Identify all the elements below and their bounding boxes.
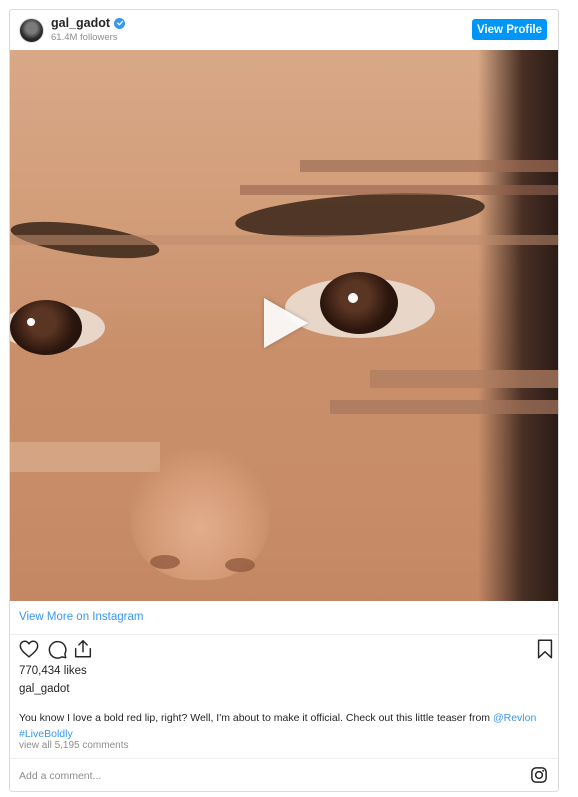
view-more-link[interactable]: View More on Instagram — [19, 611, 143, 623]
follower-count: 61.4M followers — [51, 32, 118, 43]
glitch-streak — [300, 160, 558, 172]
avatar[interactable] — [19, 18, 44, 43]
glitch-streak — [240, 185, 558, 195]
hair-shadow — [478, 50, 558, 601]
right-iris — [320, 272, 398, 334]
mention-link[interactable]: @Revlon — [493, 712, 536, 724]
view-profile-button[interactable]: View Profile — [472, 19, 547, 40]
comment-bar — [10, 758, 558, 792]
hashtag-link[interactable]: #LiveBoldly — [19, 728, 73, 740]
comment-icon[interactable] — [46, 638, 68, 660]
like-count[interactable]: 770,434 likes — [19, 665, 87, 677]
view-all-comments-link[interactable]: view all 5,195 comments — [19, 740, 129, 751]
verified-badge-icon — [114, 17, 126, 29]
heart-icon[interactable] — [18, 638, 40, 660]
left-eye-glint — [27, 318, 35, 326]
right-eye-glint — [348, 293, 358, 303]
glitch-streak — [10, 235, 558, 245]
post-header: gal_gadot 61.4M followers View Profile — [10, 10, 558, 50]
nostril — [225, 558, 255, 572]
play-icon[interactable] — [264, 298, 308, 348]
nostril — [150, 555, 180, 569]
glitch-streak — [330, 400, 558, 414]
username-row: gal_gadot — [51, 16, 126, 30]
caption: You know I love a bold red lip, right? W… — [19, 710, 539, 742]
share-icon[interactable] — [72, 638, 94, 660]
bookmark-icon[interactable] — [534, 638, 556, 660]
caption-author[interactable]: gal_gadot — [19, 683, 70, 695]
action-bar — [10, 638, 558, 664]
left-iris — [10, 300, 82, 355]
caption-text: You know I love a bold red lip, right? W… — [19, 712, 493, 724]
glitch-streak — [370, 370, 558, 388]
instagram-embed-card: gal_gadot 61.4M followers View Profile V… — [9, 9, 559, 792]
username[interactable]: gal_gadot — [51, 16, 110, 30]
instagram-icon[interactable] — [530, 766, 548, 784]
glitch-streak — [10, 442, 160, 472]
add-comment-input[interactable] — [19, 767, 499, 785]
post-video[interactable] — [10, 50, 558, 601]
view-more-row: View More on Instagram — [10, 601, 558, 635]
